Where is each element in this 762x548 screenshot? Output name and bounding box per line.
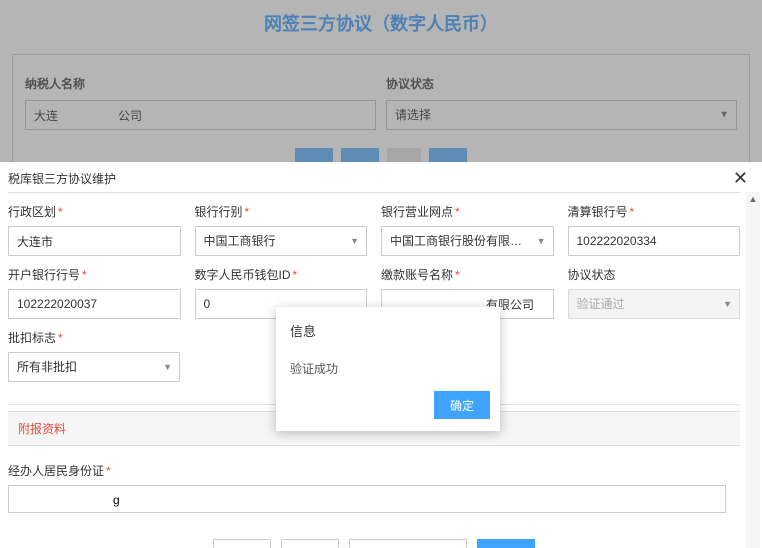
required-mark: *	[455, 268, 460, 282]
bank-type-label: 银行行别	[195, 205, 243, 219]
required-mark: *	[245, 205, 250, 219]
modal-title: 信息	[276, 307, 500, 348]
required-mark: *	[58, 205, 63, 219]
open-bank-no-input[interactable]	[8, 289, 181, 319]
scrollbar[interactable]: ▲	[746, 192, 760, 548]
acct-name-label: 缴款账号名称	[381, 268, 453, 282]
region-label: 行政区划	[8, 205, 56, 219]
batch-flag-select[interactable]: 所有非批扣	[8, 352, 180, 382]
bank-branch-select[interactable]: 中国工商银行股份有限公…	[381, 226, 554, 256]
agree-status-select: 验证通过	[568, 289, 741, 319]
clearing-no-label: 清算银行号	[568, 205, 628, 219]
panel-footer: 保存 验证 生成三方协议号 返回	[8, 525, 740, 548]
wallet-id-label: 数字人民币钱包ID	[195, 268, 291, 282]
save-button[interactable]: 保存	[213, 539, 271, 548]
bank-type-select[interactable]: 中国工商银行	[195, 226, 368, 256]
info-modal: 信息 验证成功 确定	[276, 307, 500, 431]
modal-message: 验证成功	[276, 348, 500, 391]
bank-branch-label: 银行营业网点	[381, 205, 453, 219]
open-bank-no-label: 开户银行行号	[8, 268, 80, 282]
close-icon[interactable]: ✕	[729, 168, 752, 189]
required-mark: *	[455, 205, 460, 219]
back-button[interactable]: 返回	[477, 539, 535, 548]
clearing-no-input[interactable]	[568, 226, 741, 256]
modal-ok-button[interactable]: 确定	[434, 391, 490, 419]
region-input[interactable]	[8, 226, 181, 256]
verify-button[interactable]: 验证	[281, 539, 339, 548]
required-mark: *	[82, 268, 87, 282]
agree-status-label: 协议状态	[568, 268, 616, 282]
panel-title: 税库银三方协议维护	[8, 170, 116, 187]
required-mark: *	[106, 464, 111, 478]
scroll-up-icon[interactable]: ▲	[746, 192, 760, 206]
batch-flag-label: 批扣标志	[8, 331, 56, 345]
required-mark: *	[293, 268, 298, 282]
id-doc-label: 经办人居民身份证	[8, 464, 104, 478]
id-doc-file-input[interactable]	[8, 485, 726, 513]
generate-no-button[interactable]: 生成三方协议号	[349, 539, 467, 548]
required-mark: *	[630, 205, 635, 219]
required-mark: *	[58, 331, 63, 345]
